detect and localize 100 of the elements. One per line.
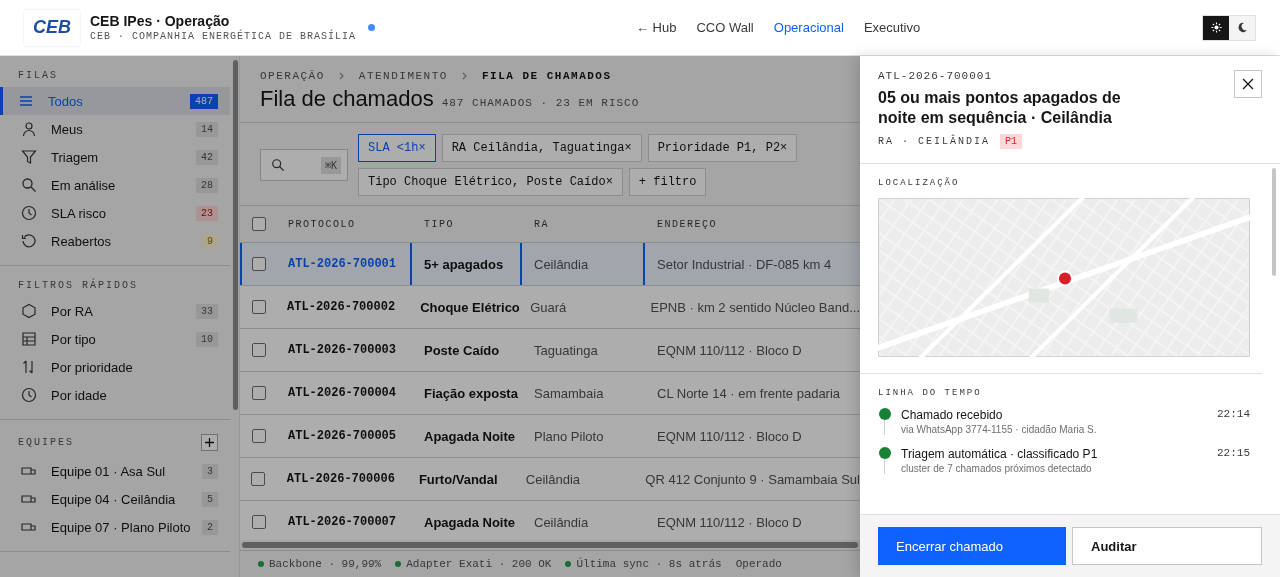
refresh-icon bbox=[21, 233, 37, 249]
table-cell-text: Furto/Vandal bbox=[417, 470, 499, 489]
status-text: Operado bbox=[735, 558, 782, 570]
table-cell-text: Apagada Noite bbox=[423, 427, 516, 446]
status-text: Backbone · 99,99% bbox=[269, 558, 382, 570]
table-cell-text: Poste Caído bbox=[423, 341, 501, 360]
sidebar-item[interactable]: SLA risco 23 bbox=[0, 199, 230, 227]
filter-chip[interactable]: RA Ceilândia, Taguatinga× bbox=[441, 134, 642, 162]
light-mode-button[interactable] bbox=[1203, 15, 1229, 40]
chevron-icon bbox=[461, 72, 468, 80]
select-all-checkbox[interactable] bbox=[252, 217, 266, 231]
count-badge: 2 bbox=[202, 519, 218, 535]
protocol-cell-text: ATL-2026-700005 bbox=[287, 428, 398, 445]
dark-mode-button[interactable] bbox=[1229, 15, 1255, 40]
moon-icon bbox=[1236, 22, 1248, 33]
row-checkbox[interactable] bbox=[252, 257, 266, 271]
table-cell-text: Apagada Noite bbox=[423, 513, 516, 532]
row-checkbox[interactable] bbox=[252, 429, 266, 443]
row-checkbox[interactable] bbox=[252, 343, 266, 357]
close-button[interactable] bbox=[1234, 70, 1262, 98]
add-team-button[interactable] bbox=[201, 434, 218, 451]
plus-icon bbox=[205, 438, 214, 447]
chevron-icon bbox=[338, 72, 345, 80]
search-field[interactable]: ⌘K bbox=[260, 149, 348, 181]
table-row[interactable]: ATL-2026-700005 Apagada Noite Plano Piloto EQNM 110/112 · Bloco D bbox=[240, 415, 860, 458]
status-text: Adapter Exati · 200 OK bbox=[406, 558, 552, 570]
event-time: 22:15 bbox=[1217, 447, 1250, 461]
column-header: PROTOCOLO bbox=[287, 217, 357, 232]
sidebar-item[interactable]: Reabertos 9 bbox=[0, 227, 230, 255]
section-label: EQUIPES bbox=[18, 437, 74, 448]
table-cell-text: CL Norte 14 · em frente padaria bbox=[656, 384, 842, 403]
protocol-id: ATL-2026-700001 bbox=[878, 70, 994, 82]
scrollbar[interactable] bbox=[242, 542, 858, 548]
table-row[interactable]: ATL-2026-700006 Furto/Vandal Ceilândia QR 412 Conjunto 9 · Samambaia Sul bbox=[240, 458, 860, 501]
app-title: CEB IPes · Operação bbox=[90, 13, 231, 29]
count-badge: 5 bbox=[202, 491, 218, 507]
count-badge: 10 bbox=[196, 331, 218, 347]
overlay-backdrop[interactable] bbox=[240, 56, 860, 577]
shortcut-hint: ⌘K bbox=[320, 156, 341, 174]
nav-link[interactable]: ← Hub bbox=[636, 20, 677, 35]
sidebar-item[interactable]: Equipe 07 · Plano Piloto 2 bbox=[0, 513, 230, 541]
table-cell-text: Fiação exposta bbox=[423, 384, 519, 403]
breadcrumb-item[interactable]: OPERAÇÃO bbox=[260, 70, 325, 82]
breadcrumb-item[interactable]: ATENDIMENTO bbox=[358, 70, 448, 82]
table-row[interactable]: ATL-2026-700007 Apagada Noite Ceilândia EQNM 110/112 · Bloco D bbox=[240, 501, 860, 540]
drawer-title: 05 ou mais pontos apagados de noite em sequência · Ceilândia bbox=[878, 88, 1122, 128]
clock-icon bbox=[21, 387, 37, 403]
sidebar-item[interactable]: Em análise 28 bbox=[0, 171, 230, 199]
table-cell-text: QR 412 Conjunto 9 · Samambaia Sul bbox=[644, 470, 860, 489]
sidebar-item[interactable]: Triagem 42 bbox=[0, 143, 230, 171]
table-cell: 5+ apagados bbox=[412, 243, 522, 285]
row-checkbox[interactable] bbox=[251, 472, 266, 486]
protocol-cell-text: ATL-2026-700002 bbox=[286, 299, 397, 316]
search-icon bbox=[271, 158, 285, 172]
row-checkbox[interactable] bbox=[252, 386, 266, 400]
sidebar-item[interactable]: Equipe 01 · Asa Sul 3 bbox=[0, 457, 230, 485]
nav-link[interactable]: Executivo bbox=[863, 20, 921, 35]
nav-link[interactable]: CCO Wall bbox=[696, 20, 754, 35]
table-row[interactable]: ATL-2026-700003 Poste Caído Taguatinga EQNM 110/112 · Bloco D bbox=[240, 329, 860, 372]
filter-chip[interactable]: Tipo Choque Elétrico, Poste Caído× bbox=[358, 168, 623, 196]
clock-icon bbox=[21, 205, 37, 221]
column-header: TIPO bbox=[423, 217, 455, 232]
audit-button[interactable]: Auditar bbox=[1072, 527, 1262, 565]
person-icon bbox=[21, 121, 37, 137]
protocol-cell-text: ATL-2026-700004 bbox=[287, 385, 398, 402]
row-checkbox[interactable] bbox=[251, 300, 266, 314]
region-label: RA · CEILÂNDIA bbox=[878, 136, 990, 147]
scrollbar[interactable] bbox=[1272, 168, 1276, 276]
nav-link[interactable]: Operacional bbox=[773, 20, 844, 35]
table-cell-text: Ceilândia bbox=[533, 513, 590, 532]
search-icon bbox=[21, 177, 37, 193]
map-pin-icon bbox=[1056, 270, 1074, 287]
protocol-cell-text: ATL-2026-700006 bbox=[285, 471, 396, 488]
sidebar-item[interactable]: Por RA 33 bbox=[0, 297, 230, 325]
scrollbar[interactable] bbox=[233, 60, 238, 410]
row-checkbox[interactable] bbox=[252, 515, 266, 529]
table-row[interactable]: ATL-2026-700001 5+ apagados Ceilândia Setor Industrial · DF-085 km 4 bbox=[240, 243, 860, 286]
sidebar-item[interactable]: Equipe 04 · Ceilândia 5 bbox=[0, 485, 230, 513]
filter-chip[interactable]: + filtro bbox=[628, 168, 707, 196]
close-ticket-button[interactable]: Encerrar chamado bbox=[878, 527, 1066, 565]
sidebar-item[interactable]: Por tipo 10 bbox=[0, 325, 230, 353]
count-badge: 9 bbox=[202, 233, 218, 249]
filter-chip[interactable]: Prioridade P1, P2× bbox=[647, 134, 798, 162]
sidebar-item[interactable]: Por prioridade bbox=[0, 353, 230, 381]
sidebar-item[interactable]: Por idade bbox=[0, 381, 230, 409]
filter-icon bbox=[21, 149, 37, 165]
table-row[interactable]: ATL-2026-700004 Fiação exposta Samambaia CL Norte 14 · em frente padaria bbox=[240, 372, 860, 415]
sidebar-item[interactable]: Meus 14 bbox=[0, 115, 230, 143]
table-row[interactable]: ATL-2026-700002 Choque Elétrico Guará EPNB · km 2 sentido Núcleo Band... bbox=[240, 286, 860, 329]
count-badge: 23 bbox=[196, 205, 218, 221]
priority-tag: P1 bbox=[1000, 134, 1023, 149]
table-cell-text: EQNM 110/112 · Bloco D bbox=[656, 427, 803, 446]
sun-icon bbox=[1210, 22, 1222, 33]
filter-chip[interactable]: SLA <1h× bbox=[358, 134, 436, 162]
table-cell-text: Ceilândia bbox=[524, 470, 582, 489]
count-badge: 487 bbox=[190, 93, 218, 109]
section-label: LINHA DO TEMPO bbox=[878, 388, 983, 398]
table-cell-text: Guará bbox=[529, 298, 568, 317]
list-icon bbox=[18, 93, 34, 109]
sidebar-item[interactable]: Todos 487 bbox=[0, 87, 230, 115]
